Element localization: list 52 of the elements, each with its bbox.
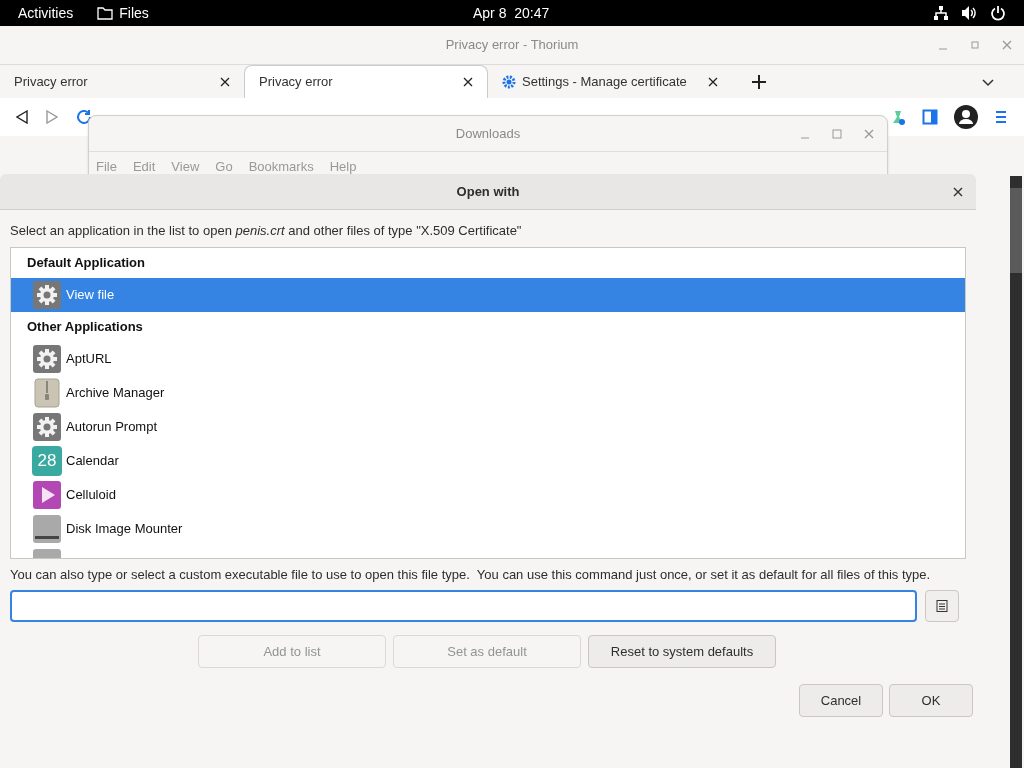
forward-icon[interactable] <box>46 110 58 124</box>
files-app-menu[interactable]: Files <box>97 2 149 24</box>
section-heading: Other Applications <box>27 317 143 336</box>
sidebar-icon[interactable] <box>922 109 938 125</box>
profile-icon[interactable] <box>954 105 978 129</box>
window-title: Privacy error - Thorium <box>445 36 579 55</box>
back-icon[interactable] <box>16 110 28 124</box>
drive-icon <box>32 513 62 544</box>
folder-icon <box>97 6 114 20</box>
play-icon <box>32 479 62 510</box>
menu-icon[interactable] <box>994 110 1008 124</box>
instruction-text: Select an application in the list to open penis.crt and other files of type "X.509 Certificate" <box>10 222 523 240</box>
application-item[interactable]: 28 Calendar <box>11 443 965 478</box>
dialog-button[interactable]: OK <box>889 684 973 717</box>
action-button[interactable]: Reset to system defaults <box>588 635 776 668</box>
close-icon[interactable] <box>953 186 963 197</box>
application-item[interactable]: View file <box>11 277 965 312</box>
volume-icon[interactable] <box>961 5 978 21</box>
application-item[interactable]: AptURL <box>11 341 965 376</box>
zipper-icon <box>32 377 62 408</box>
command-field[interactable] <box>10 590 917 622</box>
browse-button[interactable] <box>925 590 959 622</box>
extension-icon[interactable] <box>890 109 906 125</box>
window-title: Downloads <box>455 124 521 143</box>
chevron-down-icon[interactable] <box>982 79 994 87</box>
hint-text: You can also type or select a custom executable file to use to open this file type. You can use this command just once, or set it as default for all files of this type. <box>10 566 932 584</box>
dialog-title: Open with <box>456 182 520 201</box>
close-icon[interactable] <box>708 76 718 87</box>
section-heading: Default Application <box>27 253 145 272</box>
calendar-icon: 28 <box>32 445 62 476</box>
application-item[interactable]: Archive Manager <box>11 375 965 410</box>
new-tab-icon[interactable] <box>752 75 766 89</box>
gear-icon <box>32 411 62 442</box>
gear-icon <box>502 74 516 89</box>
power-icon[interactable] <box>990 5 1006 21</box>
reload-icon[interactable] <box>76 109 92 125</box>
dialog-button[interactable]: Cancel <box>799 684 883 717</box>
document-icon <box>935 599 949 613</box>
activities-button[interactable]: Activities <box>18 2 74 24</box>
browser-tab[interactable]: Privacy error <box>244 65 488 98</box>
close-icon[interactable] <box>220 76 230 87</box>
browser-tab[interactable]: Settings - Manage certificate <box>488 65 732 98</box>
network-icon[interactable] <box>933 5 949 21</box>
application-item[interactable]: Autorun Prompt <box>11 409 965 444</box>
application-item[interactable]: Disk Image Mounter <box>11 511 965 546</box>
browser-tab[interactable]: Privacy error <box>0 65 244 98</box>
application-item[interactable]: Celluloid <box>11 477 965 512</box>
scrollbar[interactable] <box>1010 176 1022 768</box>
close-icon[interactable] <box>463 77 473 87</box>
gear-icon <box>32 343 62 374</box>
gear-icon <box>32 279 62 310</box>
clock[interactable]: Apr 8 20:47 <box>473 2 550 24</box>
